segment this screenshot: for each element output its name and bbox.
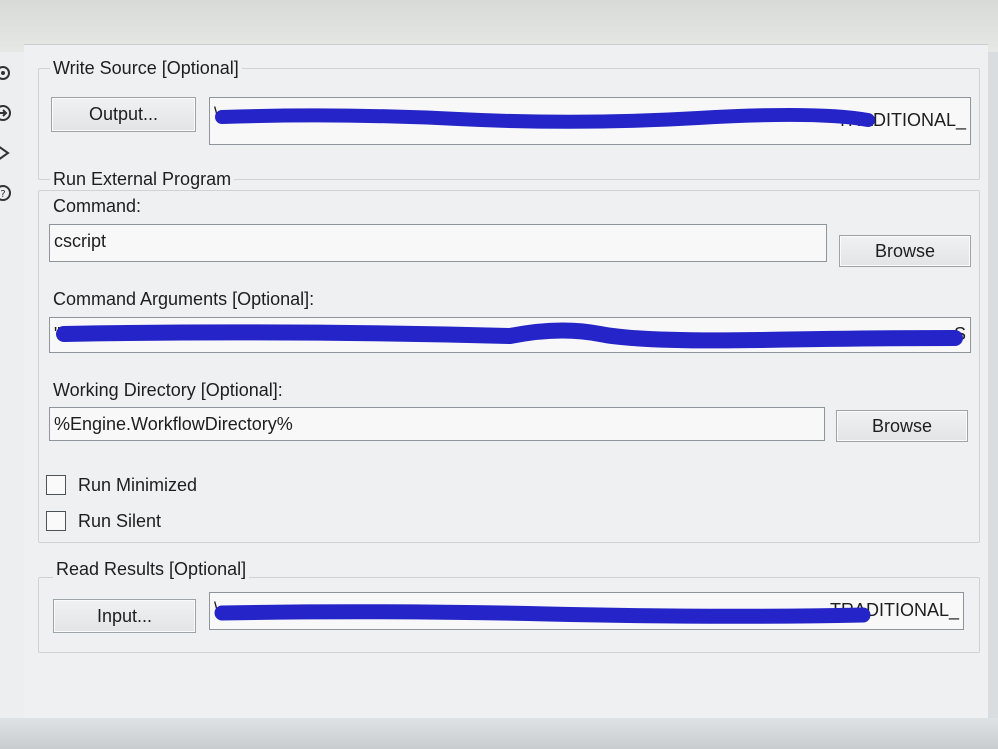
working-directory-input[interactable]: %Engine.WorkflowDirectory% [49,407,825,441]
redaction-mark [215,107,875,129]
working-directory-browse-button[interactable]: Browse [836,410,968,442]
write-source-title: Write Source [Optional] [50,58,242,78]
sidebar-strip: ? [0,52,25,718]
svg-text:?: ? [0,189,5,200]
command-arguments-label: Command Arguments [Optional]: [53,289,315,309]
output-button[interactable]: Output... [51,97,196,132]
run-minimized-checkbox[interactable] [46,475,66,495]
command-input[interactable]: cscript [49,224,827,262]
run-silent-label: Run Silent [78,511,162,531]
command-browse-button[interactable]: Browse [839,235,971,267]
gear-icon[interactable] [0,64,12,82]
configuration-panel: Write Source [Optional] Output... \ TRAD… [24,44,988,721]
redaction-mark [214,604,871,624]
arrow-icon[interactable] [0,104,12,122]
input-button[interactable]: Input... [53,599,196,633]
command-arguments-input[interactable]: "\ S [49,317,971,353]
read-results-title: Read Results [Optional] [53,559,250,579]
command-value: cscript [54,231,107,251]
write-source-path-field[interactable]: \ TRADITIONAL_ [209,97,971,145]
working-directory-label: Working Directory [Optional]: [53,380,283,400]
help-icon[interactable]: ? [0,184,12,202]
run-minimized-label: Run Minimized [78,475,198,495]
run-silent-checkbox[interactable] [46,511,66,531]
working-directory-value: %Engine.WorkflowDirectory% [54,414,293,434]
diamond-icon[interactable] [0,144,12,162]
redaction-mark [56,322,963,349]
window-bottom-edge [0,718,998,749]
run-external-program-title: Run External Program [50,169,235,189]
command-label: Command: [53,196,142,216]
read-results-path-field[interactable]: \ TRADITIONAL_ [209,592,964,630]
